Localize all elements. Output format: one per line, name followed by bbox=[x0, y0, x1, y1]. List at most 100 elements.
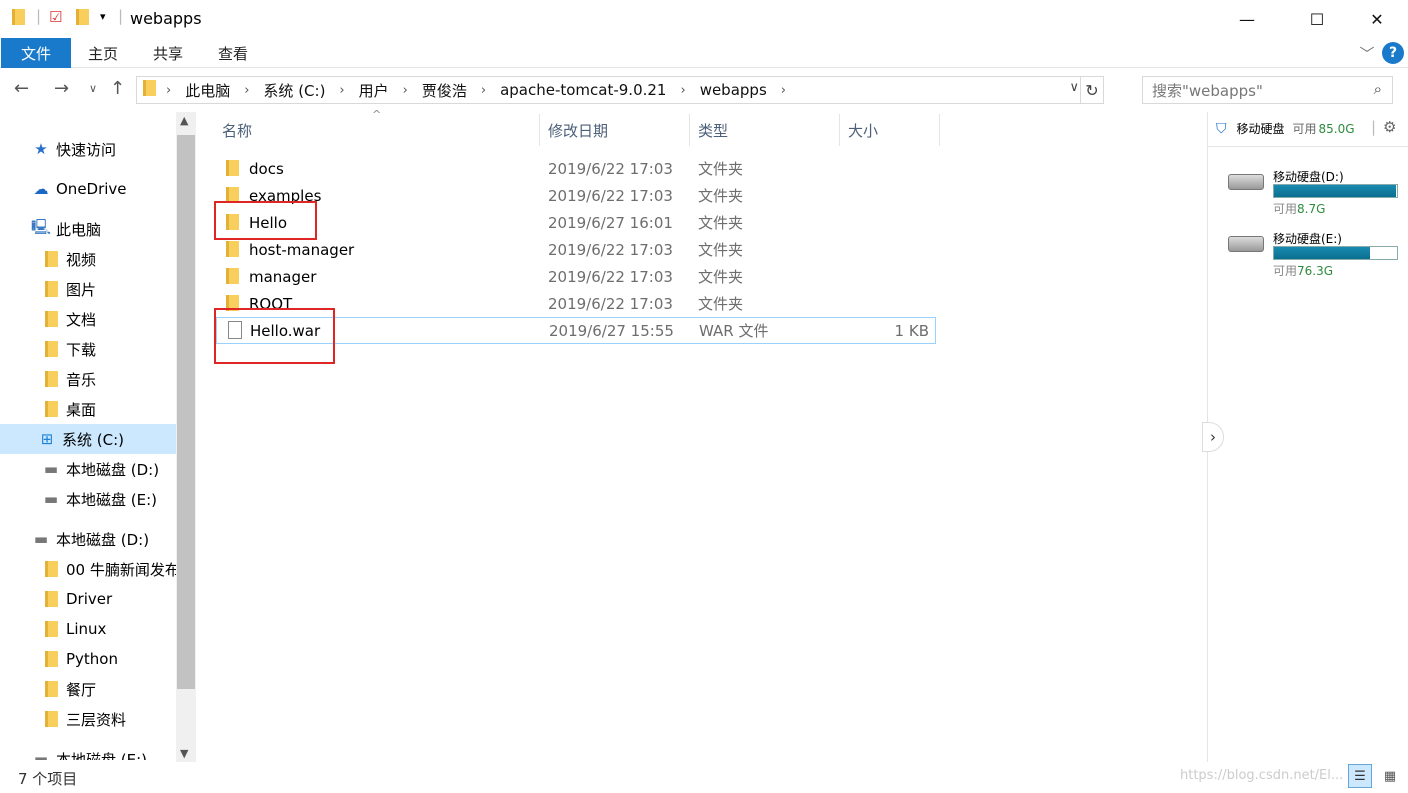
search-placeholder: 搜索"webapps" bbox=[1152, 81, 1263, 100]
sidebar-item-documents[interactable]: 文档 bbox=[42, 304, 96, 334]
sidebar-item-local-e[interactable]: ▬ 本地磁盘 (E:) bbox=[42, 484, 157, 514]
details-view-icon[interactable]: ☰ bbox=[1348, 764, 1372, 788]
tab-home[interactable]: 主页 bbox=[78, 38, 128, 68]
scroll-down-icon[interactable]: ▼ bbox=[180, 747, 188, 760]
tab-share[interactable]: 共享 bbox=[143, 38, 193, 68]
sidebar-item-label: 视频 bbox=[66, 250, 97, 269]
chevron-right-icon[interactable]: › bbox=[680, 83, 685, 98]
up-arrow-icon[interactable]: ↑ bbox=[110, 78, 125, 99]
highlight-box bbox=[214, 308, 335, 364]
file-row-host-manager[interactable]: host-manager 2019/6/22 17:03 文件夹 bbox=[216, 236, 936, 263]
sidebar-item-label: Python bbox=[66, 650, 118, 668]
drive-free-label: 可用 bbox=[1273, 264, 1298, 278]
breadcrumb-system-c[interactable]: 系统 (C:) bbox=[263, 80, 325, 101]
sidebar-item-music[interactable]: 音乐 bbox=[42, 364, 96, 394]
breadcrumb-webapps[interactable]: webapps bbox=[700, 81, 767, 99]
sidebar-item-restaurant[interactable]: 餐厅 bbox=[42, 674, 96, 704]
large-icons-view-icon[interactable]: ▦ bbox=[1378, 764, 1402, 788]
folder-icon bbox=[12, 9, 25, 29]
highlight-box bbox=[214, 201, 317, 240]
tab-file[interactable]: 文件 bbox=[1, 38, 71, 68]
file-type: WAR 文件 bbox=[699, 322, 769, 340]
sidebar-item-local-d-root[interactable]: ▬ 本地磁盘 (D:) bbox=[32, 524, 149, 554]
sidebar-item-pictures[interactable]: 图片 bbox=[42, 274, 96, 304]
navigation-pane: ★ 快速访问 ☁ OneDrive 🖳 此电脑 视频 图片 文档 下载 音乐 桌面 ⊞… bbox=[0, 112, 196, 760]
file-row-examples[interactable]: examples 2019/6/22 17:03 文件夹 bbox=[216, 182, 936, 209]
chevron-right-icon[interactable]: › bbox=[403, 83, 408, 98]
sidebar-item-local-e-root[interactable]: ▬ 本地磁盘 (E:) bbox=[32, 744, 147, 760]
sidebar-item-news[interactable]: 00 牛腩新闻发布 bbox=[42, 554, 180, 584]
sidebar-item-videos[interactable]: 视频 bbox=[42, 244, 96, 274]
sidebar-item-downloads[interactable]: 下载 bbox=[42, 334, 96, 364]
sidebar-item-label: 本地磁盘 (D:) bbox=[66, 460, 160, 479]
sidebar-item-quick-access[interactable]: ★ 快速访问 bbox=[32, 134, 116, 164]
file-row-manager[interactable]: manager 2019/6/22 17:03 文件夹 bbox=[216, 263, 936, 290]
address-dropdown-icon[interactable]: ∨ bbox=[1069, 80, 1079, 95]
sidebar-item-onedrive[interactable]: ☁ OneDrive bbox=[32, 174, 127, 204]
folder-icon bbox=[226, 241, 239, 261]
folder-icon bbox=[42, 281, 60, 297]
sidebar-item-label: 本地磁盘 (D:) bbox=[56, 530, 150, 549]
sidebar-item-desktop[interactable]: 桌面 bbox=[42, 394, 96, 424]
drive-name: 移动硬盘(E:) bbox=[1273, 232, 1342, 246]
column-size[interactable]: 大小 bbox=[840, 114, 940, 146]
refresh-icon[interactable]: ↻ bbox=[1080, 76, 1104, 104]
breadcrumb-users[interactable]: 用户 bbox=[359, 80, 389, 101]
breadcrumb-tomcat[interactable]: apache-tomcat-9.0.21 bbox=[500, 81, 666, 99]
column-date-modified[interactable]: 修改日期 bbox=[540, 114, 690, 146]
sidebar-item-linux[interactable]: Linux bbox=[42, 614, 106, 644]
gear-icon[interactable]: ⚙ bbox=[1383, 118, 1396, 136]
column-type[interactable]: 类型 bbox=[690, 114, 840, 146]
divider: | bbox=[118, 7, 124, 25]
scroll-up-icon[interactable]: ▲ bbox=[180, 114, 188, 127]
help-icon[interactable]: ? bbox=[1382, 42, 1404, 64]
minimize-button[interactable]: — bbox=[1224, 0, 1270, 38]
sidebar-item-local-d[interactable]: ▬ 本地磁盘 (D:) bbox=[42, 454, 159, 484]
maximize-button[interactable]: ☐ bbox=[1294, 0, 1340, 38]
quick-access-dropdown-icon[interactable]: ▾ bbox=[100, 10, 106, 23]
sidebar-item-label: 快速访问 bbox=[56, 140, 117, 159]
close-button[interactable]: ✕ bbox=[1354, 0, 1400, 38]
file-row-docs[interactable]: docs 2019/6/22 17:03 文件夹 bbox=[216, 155, 936, 182]
breadcrumb-user[interactable]: 贾俊浩 bbox=[422, 80, 467, 101]
sidebar-item-driver[interactable]: Driver bbox=[42, 584, 112, 614]
chevron-right-icon[interactable]: › bbox=[339, 83, 344, 98]
drive-usage-fill bbox=[1274, 185, 1396, 197]
file-row-hello[interactable]: Hello 2019/6/27 16:01 文件夹 bbox=[216, 209, 936, 236]
ribbon-expand-icon[interactable]: ﹀ bbox=[1356, 38, 1378, 68]
sidebar-item-three-tier[interactable]: 三层资料 bbox=[42, 704, 126, 734]
chevron-right-icon[interactable]: › bbox=[481, 83, 486, 98]
windows-drive-icon: ⊞ bbox=[40, 430, 54, 448]
search-input[interactable]: 搜索"webapps" ⌕ bbox=[1142, 76, 1393, 104]
sidebar-item-system-c[interactable]: ⊞ 系统 (C:) bbox=[0, 424, 176, 454]
recent-locations-icon[interactable]: ∨ bbox=[89, 82, 97, 95]
panel-free-value: 85.0G bbox=[1318, 121, 1355, 136]
window-title: webapps bbox=[130, 9, 202, 28]
back-arrow-icon[interactable]: ← bbox=[14, 78, 29, 99]
tab-view[interactable]: 查看 bbox=[208, 38, 258, 68]
sidebar-item-this-pc[interactable]: 🖳 此电脑 bbox=[31, 214, 101, 244]
sidebar-item-python[interactable]: Python bbox=[42, 644, 118, 674]
forward-arrow-icon[interactable]: → bbox=[54, 78, 69, 99]
search-icon[interactable]: ⌕ bbox=[1374, 80, 1382, 98]
sidebar-item-label: 00 牛腩新闻发布 bbox=[66, 560, 180, 579]
properties-icon[interactable]: ☑ bbox=[49, 8, 62, 26]
chevron-right-icon[interactable]: › bbox=[781, 83, 786, 98]
address-bar[interactable]: › 此电脑 › 系统 (C:) › 用户 › 贾俊浩 › apache-tomc… bbox=[136, 76, 1104, 104]
panel-header-label: 移动硬盘 bbox=[1236, 122, 1285, 136]
chevron-right-icon[interactable]: › bbox=[244, 83, 249, 98]
sidebar-item-label: 音乐 bbox=[66, 370, 97, 389]
file-name: docs bbox=[249, 159, 284, 178]
external-drive-icon bbox=[1228, 174, 1264, 190]
sidebar-item-label: 本地磁盘 (E:) bbox=[66, 490, 158, 509]
file-date: 2019/6/27 16:01 bbox=[548, 213, 673, 232]
file-date: 2019/6/22 17:03 bbox=[548, 240, 673, 259]
watermark: https://blog.csdn.net/El... bbox=[1180, 768, 1344, 783]
folder-icon bbox=[42, 401, 60, 417]
new-folder-icon[interactable] bbox=[76, 9, 89, 29]
chevron-right-icon[interactable]: › bbox=[166, 83, 171, 98]
column-name[interactable]: 名称 bbox=[214, 114, 540, 146]
breadcrumb-this-pc[interactable]: 此电脑 bbox=[185, 80, 230, 101]
scrollbar-thumb[interactable] bbox=[177, 135, 195, 689]
panel-expand-icon[interactable]: › bbox=[1202, 422, 1224, 452]
